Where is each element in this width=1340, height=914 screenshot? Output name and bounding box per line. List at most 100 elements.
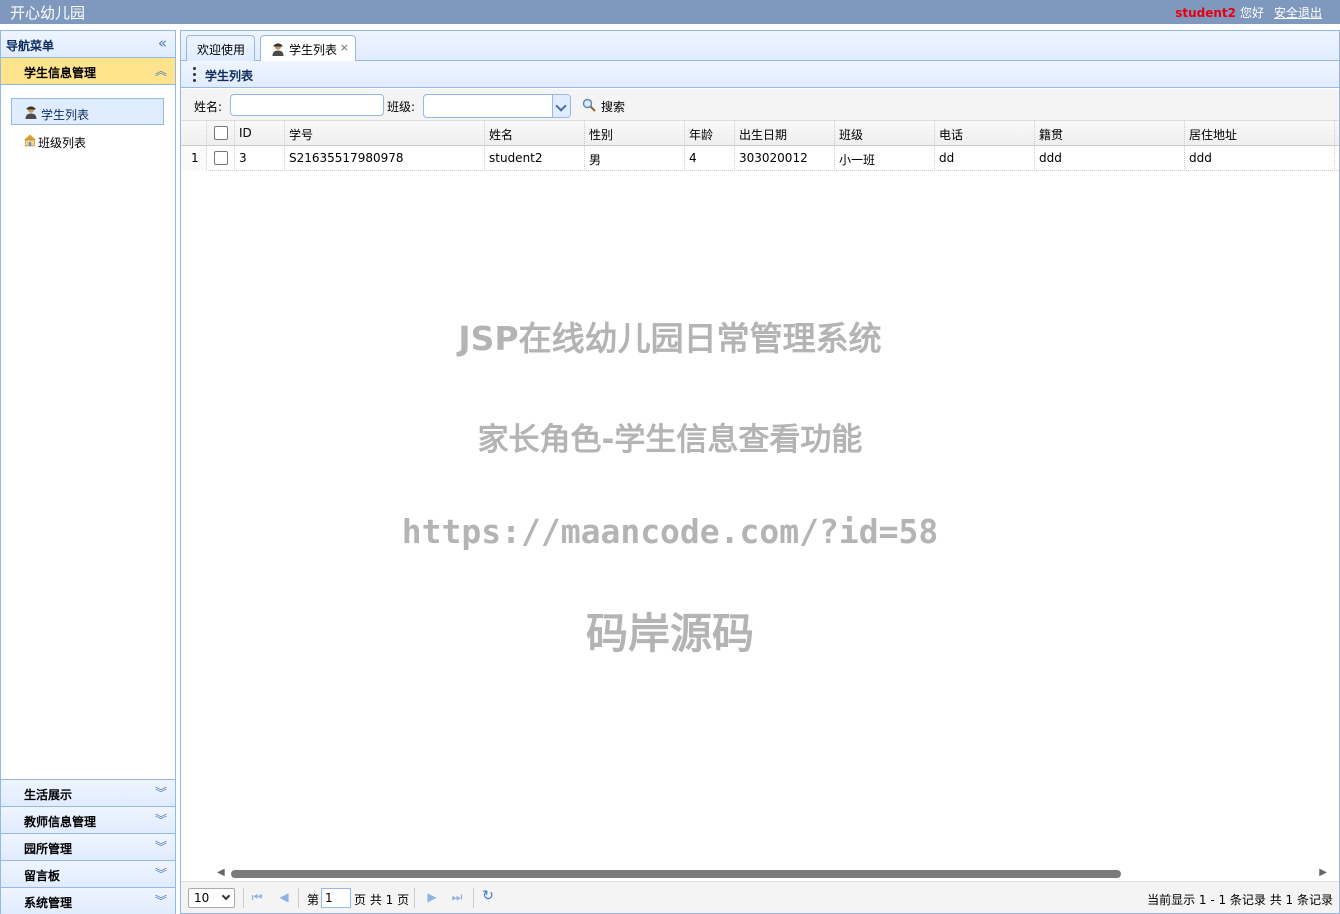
tab-welcome[interactable]: 欢迎使用 (186, 35, 255, 61)
chevron-down-icon (221, 891, 231, 901)
page-total-text: 页 共 1 页 (354, 893, 410, 907)
section-title: 园所管理 (24, 842, 73, 856)
cell-name: student2 (485, 146, 585, 171)
chevron-down-icon[interactable] (552, 95, 570, 117)
scroll-right-icon[interactable]: ▶ (1319, 867, 1327, 878)
column-header[interactable]: 年龄 (685, 121, 735, 146)
row-checkbox[interactable] (214, 151, 228, 165)
search-icon (582, 98, 596, 112)
watermark-url: https://maancode.com/?id=58 (401, 512, 939, 551)
close-icon[interactable]: × (340, 41, 349, 54)
section-student-info[interactable]: 学生信息管理 ︽ (1, 58, 175, 85)
cell-id: 3 (235, 146, 285, 171)
section-title: 学生信息管理 (24, 66, 97, 80)
sidebar-item-class-list[interactable]: 班级列表 (11, 127, 164, 154)
tab-label: 学生列表 (289, 43, 338, 57)
section-system-management[interactable]: 系统管理 ︾ (1, 887, 175, 914)
section-kindergarten-management[interactable]: 园所管理 ︾ (1, 833, 175, 860)
first-page-icon[interactable]: ⏮ (249, 890, 265, 906)
cell-phone: dd (935, 146, 1035, 171)
section-title: 留言板 (24, 869, 61, 883)
cell-gender: 男 (585, 146, 685, 171)
nav-sidebar: 导航菜单 « 学生信息管理 ︽ 学生列表 班级列表 生活展示 ︾ 教师信息管理 … (0, 30, 176, 914)
search-toolbar: 姓名: 班级: 搜索 (181, 89, 1339, 121)
next-page-icon[interactable]: ▶ (424, 890, 440, 906)
main-panel: 欢迎使用 学生列表 × 学生列表 姓名: 班级: 搜索 ID 学号 姓名 性别 … (180, 30, 1340, 914)
sidebar-header: 导航菜单 « (1, 31, 175, 58)
top-bar: 开心幼儿园 student2 您好 安全退出 (0, 0, 1340, 24)
collapsed-sections: 生活展示 ︾ 教师信息管理 ︾ 园所管理 ︾ 留言板 ︾ 系统管理 ︾ (1, 779, 175, 914)
cell-age: 4 (685, 146, 735, 171)
chevron-down-icon[interactable]: ︾ (155, 838, 167, 855)
panel-header: 学生列表 (181, 61, 1339, 88)
collapse-sidebar-icon[interactable]: « (158, 34, 167, 52)
section-title: 生活展示 (24, 788, 73, 802)
cell-class: 小一班 (835, 146, 935, 171)
scroll-left-icon[interactable]: ◀ (217, 867, 225, 878)
prev-page-icon[interactable]: ◀ (276, 890, 292, 906)
sidebar-item-label: 班级列表 (38, 136, 87, 150)
class-label: 班级: (387, 100, 416, 114)
class-select[interactable] (423, 94, 571, 118)
greeting-text: 您好 (1239, 6, 1264, 20)
cell-birth-date: 303020012 (735, 146, 835, 171)
record-info: 当前显示 1 - 1 条记录 共 1 条记录 (1147, 893, 1333, 907)
watermark-brand: 码岸源码 (585, 609, 754, 658)
last-page-icon[interactable]: ⏭ (449, 890, 465, 906)
chevron-down-icon[interactable]: ︾ (155, 892, 167, 909)
chevron-up-icon[interactable]: ︽ (155, 62, 167, 79)
section-message-board[interactable]: 留言板 ︾ (1, 860, 175, 887)
chevron-down-icon[interactable]: ︾ (155, 865, 167, 882)
user-name: student2 (1175, 6, 1236, 20)
pager-divider (243, 888, 244, 908)
page-size-value: 10 (194, 891, 210, 905)
column-header[interactable]: 姓名 (485, 121, 585, 146)
column-header[interactable]: 出生日期 (735, 121, 835, 146)
watermark-subtitle: 家长角色-学生信息查看功能 (477, 422, 863, 458)
section-title: 教师信息管理 (24, 815, 97, 829)
cell-native-place: ddd (1035, 146, 1185, 171)
cell-address: ddd (1185, 146, 1335, 171)
column-header[interactable]: 性别 (585, 121, 685, 146)
page-number-input[interactable]: 1 (321, 888, 351, 908)
column-header[interactable]: ID (235, 121, 285, 146)
section-teacher-info[interactable]: 教师信息管理 ︾ (1, 806, 175, 833)
name-label: 姓名: (194, 100, 223, 114)
logout-link[interactable]: 安全退出 (1274, 6, 1322, 20)
section-title: 系统管理 (24, 896, 73, 910)
chevron-down-icon[interactable]: ︾ (155, 811, 167, 828)
name-input[interactable] (230, 94, 384, 116)
table-row[interactable]: 1 3 S21635517980978 student2 男 4 3030200… (181, 146, 1339, 171)
student-icon (25, 106, 37, 119)
house-icon (24, 134, 36, 147)
pager-divider (298, 888, 299, 908)
more-icon (193, 67, 197, 82)
user-area: student2 您好 安全退出 (1175, 4, 1322, 21)
tab-student-list[interactable]: 学生列表 × (260, 35, 356, 62)
refresh-icon[interactable]: ↻ (480, 888, 496, 904)
section-student-info-body: 学生列表 班级列表 (1, 86, 175, 779)
scrollbar-thumb[interactable] (231, 870, 1121, 878)
sidebar-title: 导航菜单 (6, 39, 55, 53)
pagination-bar: 10 ⏮ ◀ 第 1 页 共 1 页 ▶ ⏭ ↻ 当前显示 1 - 1 条记录 … (181, 881, 1339, 913)
column-header[interactable]: 班级 (835, 121, 935, 146)
select-all-checkbox[interactable] (214, 126, 228, 140)
rownum-header (181, 121, 207, 146)
sidebar-item-label: 学生列表 (41, 108, 90, 122)
column-header[interactable]: 学号 (285, 121, 485, 146)
watermark-title: JSP在线幼儿园日常管理系统 (458, 319, 882, 358)
panel-title: 学生列表 (205, 69, 254, 83)
horizontal-scrollbar[interactable]: ◀ ▶ (181, 866, 1339, 880)
row-number: 1 (181, 146, 207, 171)
column-header[interactable]: 籍贯 (1035, 121, 1185, 146)
app-title: 开心幼儿园 (10, 4, 86, 22)
page-size-select[interactable]: 10 (188, 888, 235, 908)
section-life-display[interactable]: 生活展示 ︾ (1, 779, 175, 806)
sidebar-item-student-list[interactable]: 学生列表 (11, 98, 164, 125)
column-header[interactable]: 居住地址 (1185, 121, 1335, 146)
search-button-label: 搜索 (601, 100, 626, 114)
column-header[interactable]: 电话 (935, 121, 1035, 146)
pager-divider (414, 888, 415, 908)
chevron-down-icon[interactable]: ︾ (155, 784, 167, 801)
cell-student-number: S21635517980978 (285, 146, 485, 171)
